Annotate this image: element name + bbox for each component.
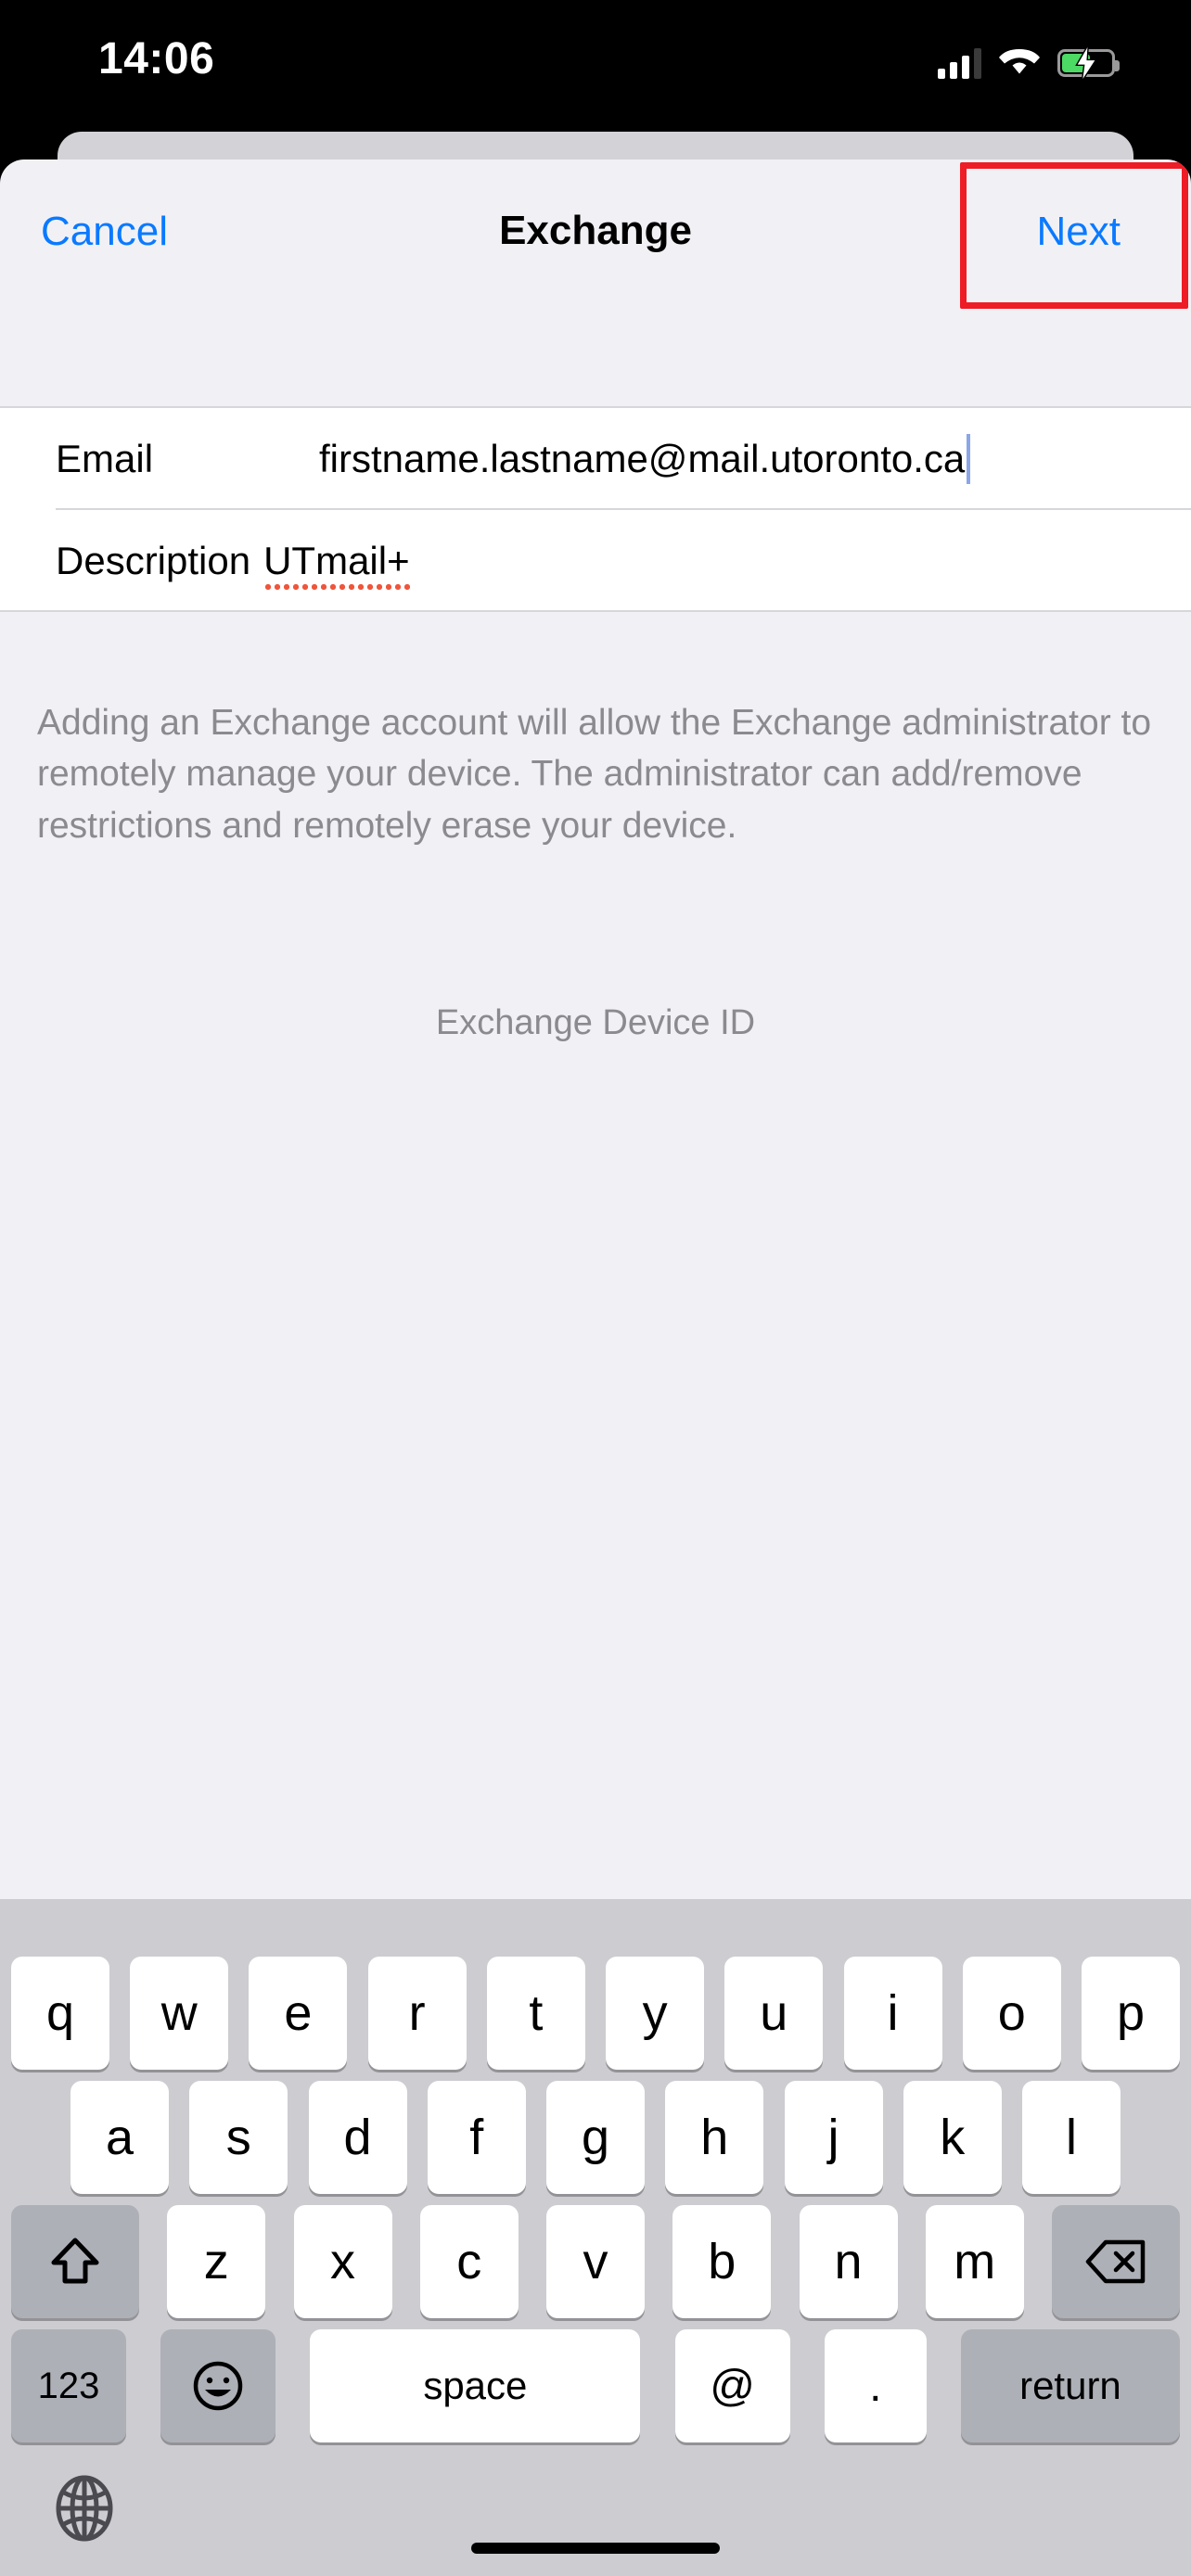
page-title: Exchange: [499, 208, 692, 253]
email-label: Email: [56, 437, 154, 480]
keyboard-row-4: 123 space @ . return: [0, 2329, 1191, 2442]
key-m[interactable]: m: [925, 2205, 1024, 2318]
key-p[interactable]: p: [1081, 1957, 1180, 2070]
key-g[interactable]: g: [546, 2081, 645, 2194]
next-button[interactable]: Next: [1030, 202, 1128, 261]
space-key[interactable]: space: [310, 2329, 641, 2442]
exchange-disclaimer-text: Adding an Exchange account will allow th…: [37, 703, 1152, 846]
at-key[interactable]: @: [674, 2329, 790, 2442]
key-k[interactable]: k: [903, 2081, 1002, 2194]
status-bar-icons: [938, 39, 1120, 87]
globe-language-icon[interactable]: [43, 2467, 126, 2550]
key-i[interactable]: i: [843, 1957, 942, 2070]
return-key[interactable]: return: [960, 2329, 1180, 2442]
key-h[interactable]: h: [665, 2081, 764, 2194]
battery-charging-icon: [1057, 45, 1120, 82]
email-input-value: firstname.lastname@mail.utoronto.ca: [319, 437, 966, 480]
description-label: Description: [56, 539, 251, 582]
key-x[interactable]: x: [293, 2205, 392, 2318]
key-a[interactable]: a: [70, 2081, 169, 2194]
keyboard-row-2: a s d f g h j k l: [0, 2081, 1191, 2194]
key-t[interactable]: t: [486, 1957, 585, 2070]
status-bar: 14:06: [0, 0, 1191, 148]
account-form: Email firstname.lastname@mail.utoronto.c…: [0, 406, 1191, 612]
key-f[interactable]: f: [427, 2081, 526, 2194]
wifi-icon: [998, 45, 1041, 82]
key-v[interactable]: v: [546, 2205, 645, 2318]
backspace-delete-icon[interactable]: [1052, 2205, 1180, 2318]
emoji-smiley-icon[interactable]: [160, 2329, 276, 2442]
keyboard-row-3: z x c v b n m: [0, 2205, 1191, 2318]
key-d[interactable]: d: [308, 2081, 407, 2194]
onscreen-keyboard: q w e r t y u i o p a s d f g h j k l z …: [0, 1899, 1191, 2576]
key-w[interactable]: w: [130, 1957, 229, 2070]
shift-arrow-icon[interactable]: [11, 2205, 139, 2318]
exchange-account-sheet: Cancel Exchange Next Email firstname.las…: [0, 159, 1191, 2576]
key-b[interactable]: b: [672, 2205, 772, 2318]
keyboard-row-1: q w e r t y u i o p: [0, 1957, 1191, 2070]
description-input[interactable]: UTmail+: [263, 539, 410, 592]
email-input[interactable]: firstname.lastname@mail.utoronto.ca: [319, 408, 971, 510]
key-c[interactable]: c: [419, 2205, 519, 2318]
text-cursor: [967, 434, 971, 484]
key-y[interactable]: y: [606, 1957, 705, 2070]
key-s[interactable]: s: [189, 2081, 288, 2194]
period-key[interactable]: .: [824, 2329, 927, 2442]
key-j[interactable]: j: [784, 2081, 883, 2194]
key-e[interactable]: e: [249, 1957, 348, 2070]
navigation-bar: Cancel Exchange Next: [0, 159, 1191, 309]
key-q[interactable]: q: [11, 1957, 109, 2070]
description-row[interactable]: Description UTmail+: [0, 510, 1191, 612]
key-n[interactable]: n: [799, 2205, 898, 2318]
key-z[interactable]: z: [167, 2205, 266, 2318]
key-o[interactable]: o: [962, 1957, 1061, 2070]
numbers-key[interactable]: 123: [11, 2329, 126, 2442]
status-bar-time: 14:06: [98, 34, 215, 83]
exchange-device-id-label: Exchange Device ID: [435, 1003, 756, 1042]
cellular-signal-icon: [938, 47, 981, 79]
description-input-value: UTmail+: [263, 539, 410, 592]
home-indicator: [471, 2543, 720, 2554]
key-l[interactable]: l: [1022, 2081, 1121, 2194]
key-r[interactable]: r: [367, 1957, 467, 2070]
email-row[interactable]: Email firstname.lastname@mail.utoronto.c…: [0, 408, 1191, 510]
key-u[interactable]: u: [724, 1957, 824, 2070]
